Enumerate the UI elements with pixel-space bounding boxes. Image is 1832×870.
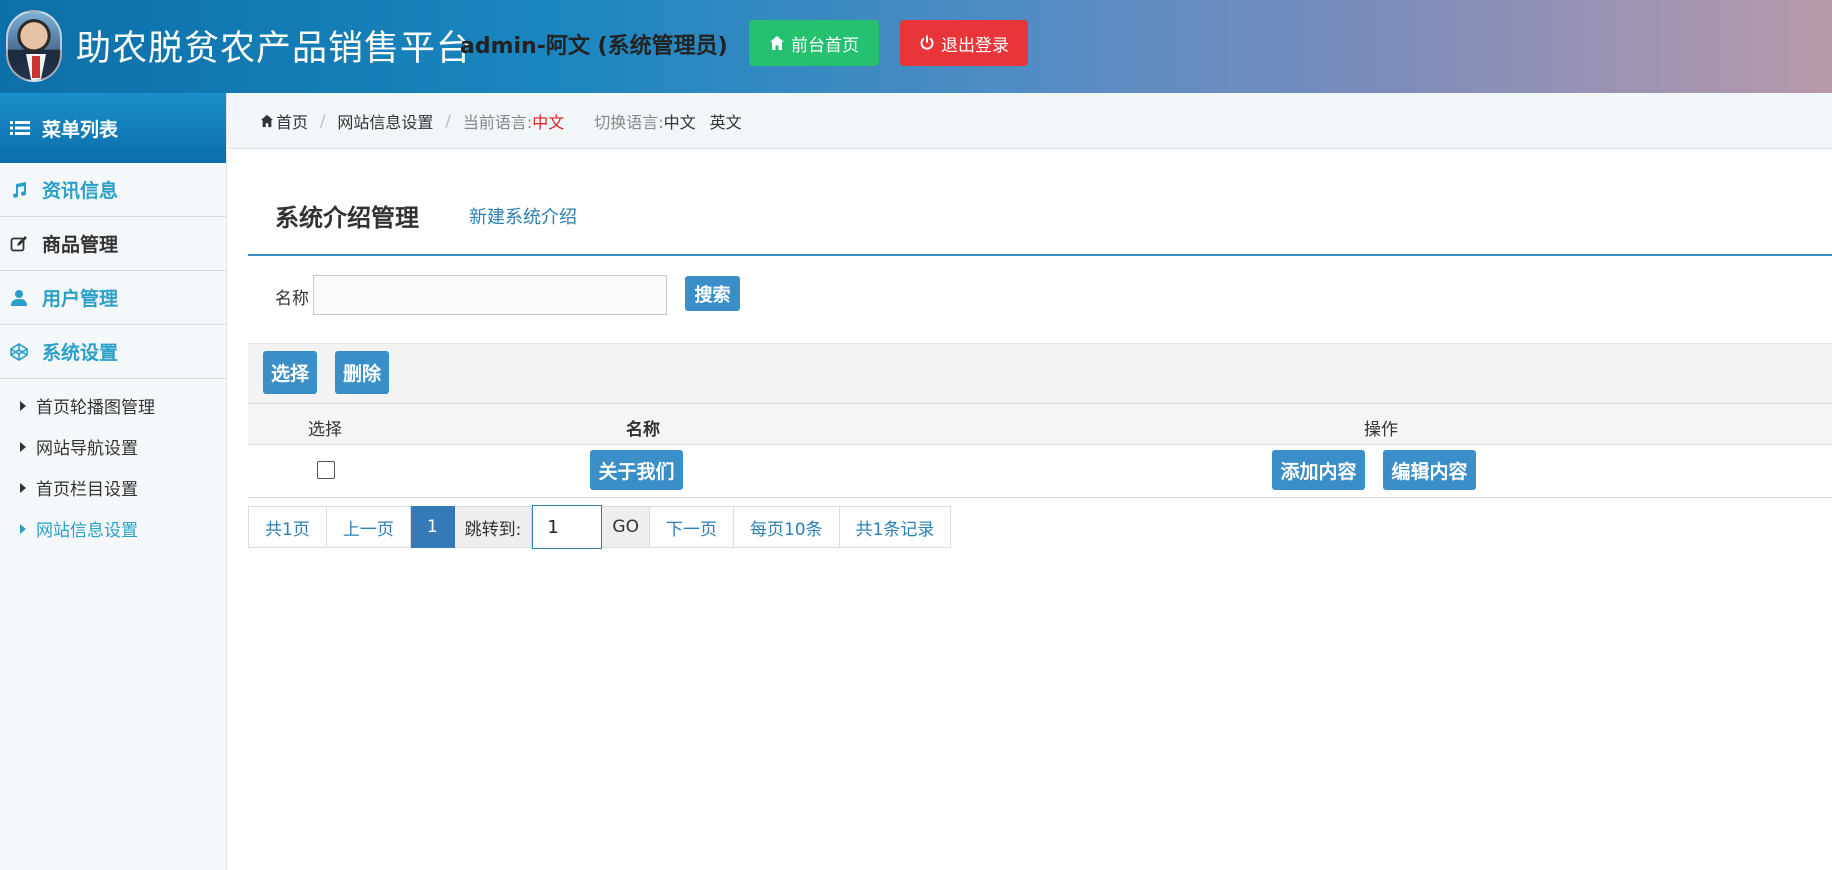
column-header-ops: 操作 (1364, 420, 1398, 440)
power-icon (920, 35, 934, 50)
edit-icon (10, 235, 27, 251)
data-table: 选择 名称 操作 关于我们 添加内容 编辑内容 (248, 403, 1832, 498)
submenu-item-columns[interactable]: 首页栏目设置 (0, 467, 226, 508)
switch-language-label: 切换语言: (594, 112, 664, 132)
submenu-item-navigation[interactable]: 网站导航设置 (0, 426, 226, 467)
codepen-icon (10, 342, 28, 361)
breadcrumb: 首页 / 网站信息设置 / 当前语言: 中文 切换语言: 中文 英文 (228, 93, 1832, 149)
current-language-label: 当前语言: (462, 112, 533, 132)
breadcrumb-current: 网站信息设置 (337, 112, 434, 132)
sidebar-item-users[interactable]: 用户管理 (0, 271, 226, 325)
sidebar-item-label: 资讯信息 (42, 180, 119, 202)
row-name-button[interactable]: 关于我们 (590, 450, 683, 490)
select-button[interactable]: 选择 (263, 351, 317, 394)
caret-right-icon (20, 441, 26, 452)
row-checkbox[interactable] (317, 461, 335, 479)
submenu-item-label: 网站导航设置 (36, 439, 138, 459)
avatar (6, 10, 62, 82)
table-header: 选择 名称 操作 (248, 403, 1832, 445)
edit-content-button[interactable]: 编辑内容 (1383, 450, 1476, 490)
search-label: 名称 (275, 289, 309, 309)
sidebar-item-products[interactable]: 商品管理 (0, 217, 226, 271)
logout-button-label: 退出登录 (941, 35, 1009, 56)
home-icon (260, 114, 274, 127)
total-pages: 共1页 (248, 506, 327, 548)
caret-right-icon (20, 523, 26, 534)
switch-language-en[interactable]: 英文 (710, 109, 742, 133)
user-icon (11, 289, 27, 306)
page-title: 系统介绍管理 (275, 204, 419, 232)
submenu-item-label: 首页栏目设置 (36, 480, 138, 500)
delete-button[interactable]: 删除 (335, 351, 389, 394)
breadcrumb-home[interactable]: 首页 (276, 109, 308, 133)
submenu-item-label: 首页轮播图管理 (36, 398, 155, 418)
total-records: 共1条记录 (839, 506, 952, 548)
submenu-item-site-info[interactable]: 网站信息设置 (0, 508, 226, 549)
music-icon (13, 181, 27, 198)
column-header-select: 选择 (308, 420, 342, 440)
top-header: 助农脱贫农产品销售平台 admin-阿文 (系统管理员) 前台首页 退出登录 (0, 0, 1832, 93)
home-button[interactable]: 前台首页 (749, 20, 879, 66)
table-toolbar: 选择 删除 (248, 343, 1832, 403)
home-icon (770, 36, 784, 50)
search-input[interactable] (313, 275, 667, 315)
submenu-item-label: 网站信息设置 (36, 521, 138, 541)
title-divider (248, 254, 1832, 256)
table-row: 关于我们 添加内容 编辑内容 (248, 445, 1832, 498)
current-language-value: 中文 (532, 112, 565, 132)
page-size[interactable]: 每页10条 (733, 506, 840, 548)
prev-page-button[interactable]: 上一页 (326, 506, 411, 548)
sidebar-item-label: 系统设置 (42, 342, 119, 364)
sidebar: 菜单列表 资讯信息 商品管理 用户管理 系统设置 首页轮播图管理 网站导航设置 … (0, 93, 227, 870)
breadcrumb-separator: / (445, 111, 451, 130)
caret-right-icon (20, 482, 26, 493)
switch-language-zh[interactable]: 中文 (664, 109, 696, 133)
sidebar-item-label: 商品管理 (42, 234, 119, 256)
jump-page-input[interactable]: 1 (532, 505, 603, 549)
jump-to-label: 跳转到: (454, 506, 533, 548)
new-intro-link[interactable]: 新建系统介绍 (469, 203, 577, 229)
menu-header: 菜单列表 (0, 93, 226, 163)
breadcrumb-separator: / (320, 111, 326, 130)
column-header-name: 名称 (626, 420, 660, 440)
sidebar-item-settings[interactable]: 系统设置 (0, 325, 226, 379)
add-content-button[interactable]: 添加内容 (1272, 450, 1365, 490)
search-button[interactable]: 搜索 (685, 276, 740, 311)
pagination: 共1页 上一页 1 跳转到: 1 GO 下一页 每页10条 共1条记录 (248, 505, 952, 550)
list-icon (10, 121, 30, 135)
user-info: admin-阿文 (系统管理员) (460, 34, 728, 59)
site-title: 助农脱贫农产品销售平台 (76, 29, 473, 69)
sidebar-item-news[interactable]: 资讯信息 (0, 163, 226, 217)
go-button[interactable]: GO (602, 506, 650, 548)
sidebar-item-label: 用户管理 (42, 288, 119, 310)
page-1-button[interactable]: 1 (410, 506, 455, 548)
home-button-label: 前台首页 (791, 35, 859, 56)
logout-button[interactable]: 退出登录 (900, 20, 1028, 66)
caret-right-icon (20, 400, 26, 411)
submenu-item-carousel[interactable]: 首页轮播图管理 (0, 385, 226, 426)
menu-title: 菜单列表 (42, 118, 119, 141)
next-page-button[interactable]: 下一页 (649, 506, 734, 548)
